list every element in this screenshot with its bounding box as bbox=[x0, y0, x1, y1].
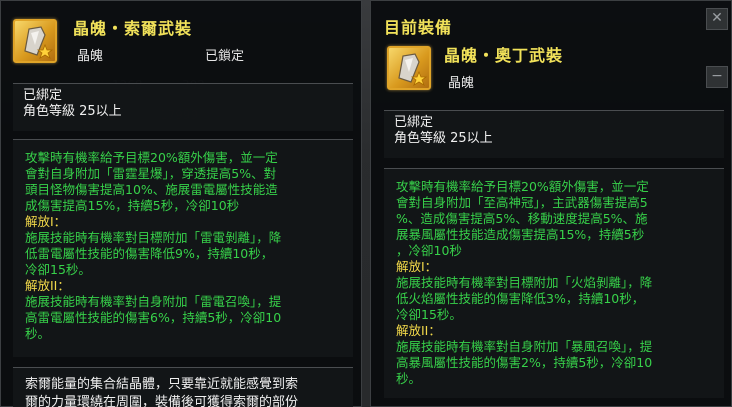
binding-status: 已綁定 bbox=[23, 88, 63, 103]
binding-status: 已綁定 bbox=[394, 115, 434, 130]
effect-line: 攻擊時有機率給予目標20%額外傷害，並一定 bbox=[396, 179, 649, 194]
effect-line: 展暴風屬性技能造成傷害提高15%，持續5秒 bbox=[396, 227, 645, 242]
lock-status: 已鎖定 bbox=[205, 49, 245, 64]
description-section: 索爾能量的集合結晶體，只要靠近就能感覺到索 爾的力量環繞在周圍，裝備後可獲得索爾… bbox=[13, 367, 353, 407]
unlock-1-label: 解放I： bbox=[396, 259, 438, 274]
close-icon[interactable]: ✕ bbox=[706, 8, 728, 30]
effect-line: %、造成傷害提高5%、移動速度提高5%、施 bbox=[396, 211, 648, 226]
unlock-1-line: 冷卻15秒。 bbox=[396, 307, 462, 322]
minimize-icon[interactable]: − bbox=[706, 66, 728, 88]
unlock-2-line: 高雷電屬性技能的傷害6%，持續5秒，冷卻10 bbox=[25, 310, 282, 325]
unlock-1-line: 施展技能時有機率對目標附加「雷電剝離」，降 bbox=[25, 230, 282, 245]
effect-line: 成傷害提高15%，持續5秒，冷卻10秒 bbox=[25, 198, 240, 213]
effect-line: 會對自身附加「雷霆星爆」，穿透提高5%、對 bbox=[25, 166, 277, 181]
item-title: 晶魄・奧丁武裝 bbox=[444, 46, 564, 65]
description-line: 索爾能量的集合結晶體，只要靠近就能感覺到索 bbox=[25, 377, 299, 392]
crystal-gauntlet-star-icon bbox=[24, 26, 54, 59]
effect-line: 會對自身附加「至高神冠」，主武器傷害提高5 bbox=[396, 195, 648, 210]
unlock-1-line: 冷卻15秒。 bbox=[25, 262, 91, 277]
unlock-2-line: 施展技能時有機率對自身附加「暴風召喚」，提 bbox=[396, 339, 653, 354]
requirements-section: 已綁定 角色等級 25以上 bbox=[13, 83, 353, 131]
item-type: 晶魄 bbox=[77, 49, 104, 64]
effect-line: 攻擊時有機率給予目標20%額外傷害，並一定 bbox=[25, 150, 278, 165]
level-requirement: 角色等級 25以上 bbox=[23, 104, 122, 119]
effect-line: ，冷卻10秒 bbox=[396, 243, 462, 258]
effect-section: 攻擊時有機率給予目標20%額外傷害，並一定 會對自身附加「雷霆星爆」，穿透提高5… bbox=[13, 139, 353, 357]
item-icon bbox=[387, 46, 431, 90]
current-equipment-header: 目前裝備 bbox=[384, 18, 453, 37]
item-icon bbox=[13, 19, 57, 63]
unlock-1-label: 解放I： bbox=[25, 214, 67, 229]
unlock-1-line: 低雷電屬性技能的傷害降低9%，持續10秒， bbox=[25, 246, 274, 261]
effect-section: 攻擊時有機率給予目標20%額外傷害，並一定 會對自身附加「至高神冠」，主武器傷害… bbox=[384, 168, 724, 398]
unlock-2-line: 秒。 bbox=[396, 371, 422, 386]
unlock-1-line: 施展技能時有機率對目標附加「火焰剝離」，降 bbox=[396, 275, 653, 290]
unlock-2-label: 解放II： bbox=[396, 323, 441, 338]
requirements-section: 已綁定 角色等級 25以上 bbox=[384, 110, 724, 158]
unlock-2-line: 高暴風屬性技能的傷害2%，持續5秒，冷卻10 bbox=[396, 355, 653, 370]
description-line: 爾的力量環繞在周圍，裝備後可獲得索爾的部份 bbox=[25, 395, 299, 407]
effect-line: 頭目怪物傷害提高10%、施展雷電屬性技能造 bbox=[25, 182, 278, 197]
item-title: 晶魄・索爾武裝 bbox=[73, 19, 193, 38]
level-requirement: 角色等級 25以上 bbox=[394, 131, 493, 146]
unlock-2-label: 解放II： bbox=[25, 278, 70, 293]
unlock-1-line: 低火焰屬性技能的傷害降低3%，持續10秒， bbox=[396, 291, 645, 306]
crystal-gauntlet-star-icon bbox=[398, 53, 428, 86]
item-tooltip-compare: 晶魄・索爾武裝 晶魄 已鎖定 已綁定 角色等級 25以上 攻擊時有機率給予目標2… bbox=[0, 0, 362, 407]
unlock-2-line: 施展技能時有機率對自身附加「雷電召喚」，提 bbox=[25, 294, 282, 309]
unlock-2-line: 秒。 bbox=[25, 326, 51, 341]
item-type: 晶魄 bbox=[448, 76, 475, 91]
